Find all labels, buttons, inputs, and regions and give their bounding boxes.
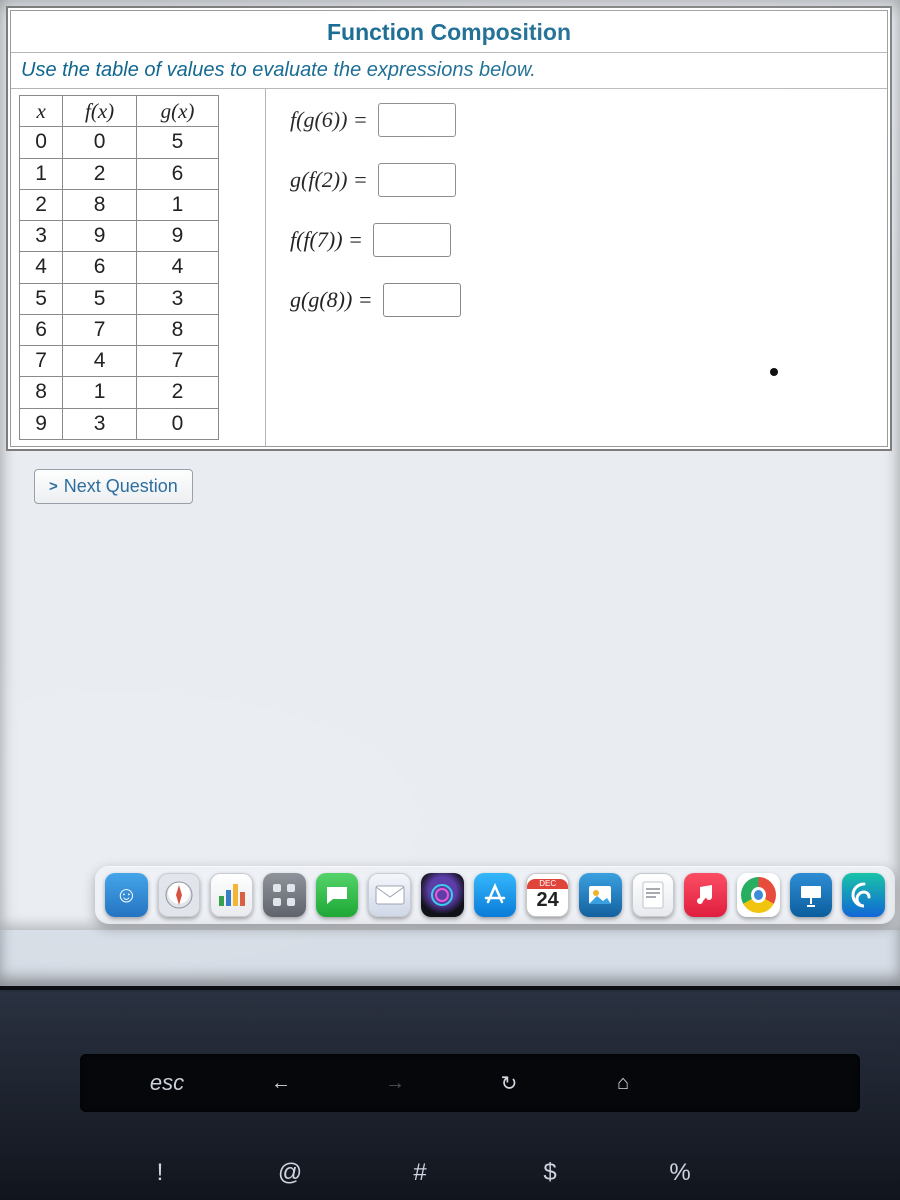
chevron-right-icon: > [49,478,58,495]
photo-icon [587,882,613,908]
touchbar-home-icon[interactable]: ⌂ [596,1072,650,1095]
question-3-label: f(f(7)) = [290,227,363,253]
question-2-input[interactable] [378,163,456,197]
table-row: 8 1 2 [20,377,219,408]
key-exclaim[interactable]: ! [130,1159,190,1187]
question-4-input[interactable] [383,283,461,317]
table-row: 9 3 0 [20,408,219,439]
question-3-input[interactable] [373,223,451,257]
podium-icon [798,882,824,908]
values-table: x f(x) g(x) 0 0 5 [19,95,219,440]
dock-preview-icon[interactable] [579,873,622,917]
touch-bar: esc ← → ↻ ⌂ [80,1054,860,1112]
question-2-label: g(f(2)) = [290,167,368,193]
music-note-icon [694,883,718,907]
calendar-day-label: 24 [537,889,559,911]
laptop-screen: Function Composition Use the table of va… [0,0,900,990]
question-1-input[interactable] [378,103,456,137]
swirl-icon [850,881,878,909]
appstore-a-icon [482,882,508,908]
table-row: 3 9 9 [20,221,219,252]
work-area: x f(x) g(x) 0 0 5 [11,89,887,446]
touchbar-forward-icon[interactable]: → [368,1072,422,1095]
next-question-label: Next Question [64,476,178,497]
compass-icon [164,880,194,910]
dock-calendar-icon[interactable]: DEC 24 [526,873,569,917]
grid-icon [271,882,297,908]
table-row: 0 0 5 [20,127,219,158]
touchbar-esc-key[interactable]: esc [140,1070,194,1096]
speech-bubble-icon [323,881,351,909]
question-3: f(f(7)) = [290,223,871,257]
key-hash[interactable]: # [390,1159,450,1187]
siri-wave-icon [427,880,457,910]
touchbar-reload-icon[interactable]: ↻ [482,1071,536,1096]
dock-mail-icon[interactable] [368,873,411,917]
table-row: 1 2 6 [20,158,219,189]
problem-frame: Function Composition Use the table of va… [10,10,888,447]
browser-viewport: Function Composition Use the table of va… [0,0,900,930]
table-row: 4 6 4 [20,252,219,283]
dock-chrome-icon[interactable] [737,873,780,917]
key-dollar[interactable]: $ [520,1159,580,1187]
question-4-label: g(g(8)) = [290,287,373,313]
bar-chart-icon [219,884,245,906]
key-percent[interactable]: % [650,1159,710,1187]
page-title: Function Composition [11,11,887,53]
dock-messages-icon[interactable] [316,873,359,917]
question-4: g(g(8)) = [290,283,871,317]
table-row: 5 5 3 [20,283,219,314]
dock-appstore-icon[interactable] [474,873,517,917]
mouse-cursor-icon [770,368,778,376]
dock-music-icon[interactable] [684,873,727,917]
problem-frame-outer: Function Composition Use the table of va… [6,6,892,451]
dock-siri-icon[interactable] [421,873,464,917]
col-header-fx: f(x) [63,96,137,127]
dock-keynote-icon[interactable] [790,873,833,917]
touchbar-back-icon[interactable]: ← [254,1072,308,1095]
calendar-month-label: DEC [527,879,568,889]
table-row: 7 4 7 [20,346,219,377]
table-row: 2 8 1 [20,189,219,220]
envelope-icon [375,885,405,905]
dock-edge-icon[interactable] [842,873,885,917]
dock-finder-icon[interactable]: ☺ [105,873,148,917]
question-1: f(g(6)) = [290,103,871,137]
dock-numbers-icon[interactable] [210,873,253,917]
macos-dock: ☺ [95,866,895,924]
col-header-gx: g(x) [137,96,219,127]
next-question-button[interactable]: > Next Question [34,469,193,504]
values-table-cell: x f(x) g(x) 0 0 5 [11,89,266,446]
questions-column: f(g(6)) = g(f(2)) = f(f(7)) = g(g(8 [266,89,887,446]
question-1-label: f(g(6)) = [290,107,368,133]
key-at[interactable]: @ [260,1159,320,1187]
keyboard-number-row: ! @ # $ % [70,1150,870,1196]
table-row: 6 7 8 [20,314,219,345]
instruction-text: Use the table of values to evaluate the … [11,53,887,89]
dock-pages-icon[interactable] [632,873,675,917]
dock-safari-icon[interactable] [158,873,201,917]
dock-launchpad-icon[interactable] [263,873,306,917]
question-2: g(f(2)) = [290,163,871,197]
col-header-x: x [20,96,63,127]
document-icon [642,881,664,909]
